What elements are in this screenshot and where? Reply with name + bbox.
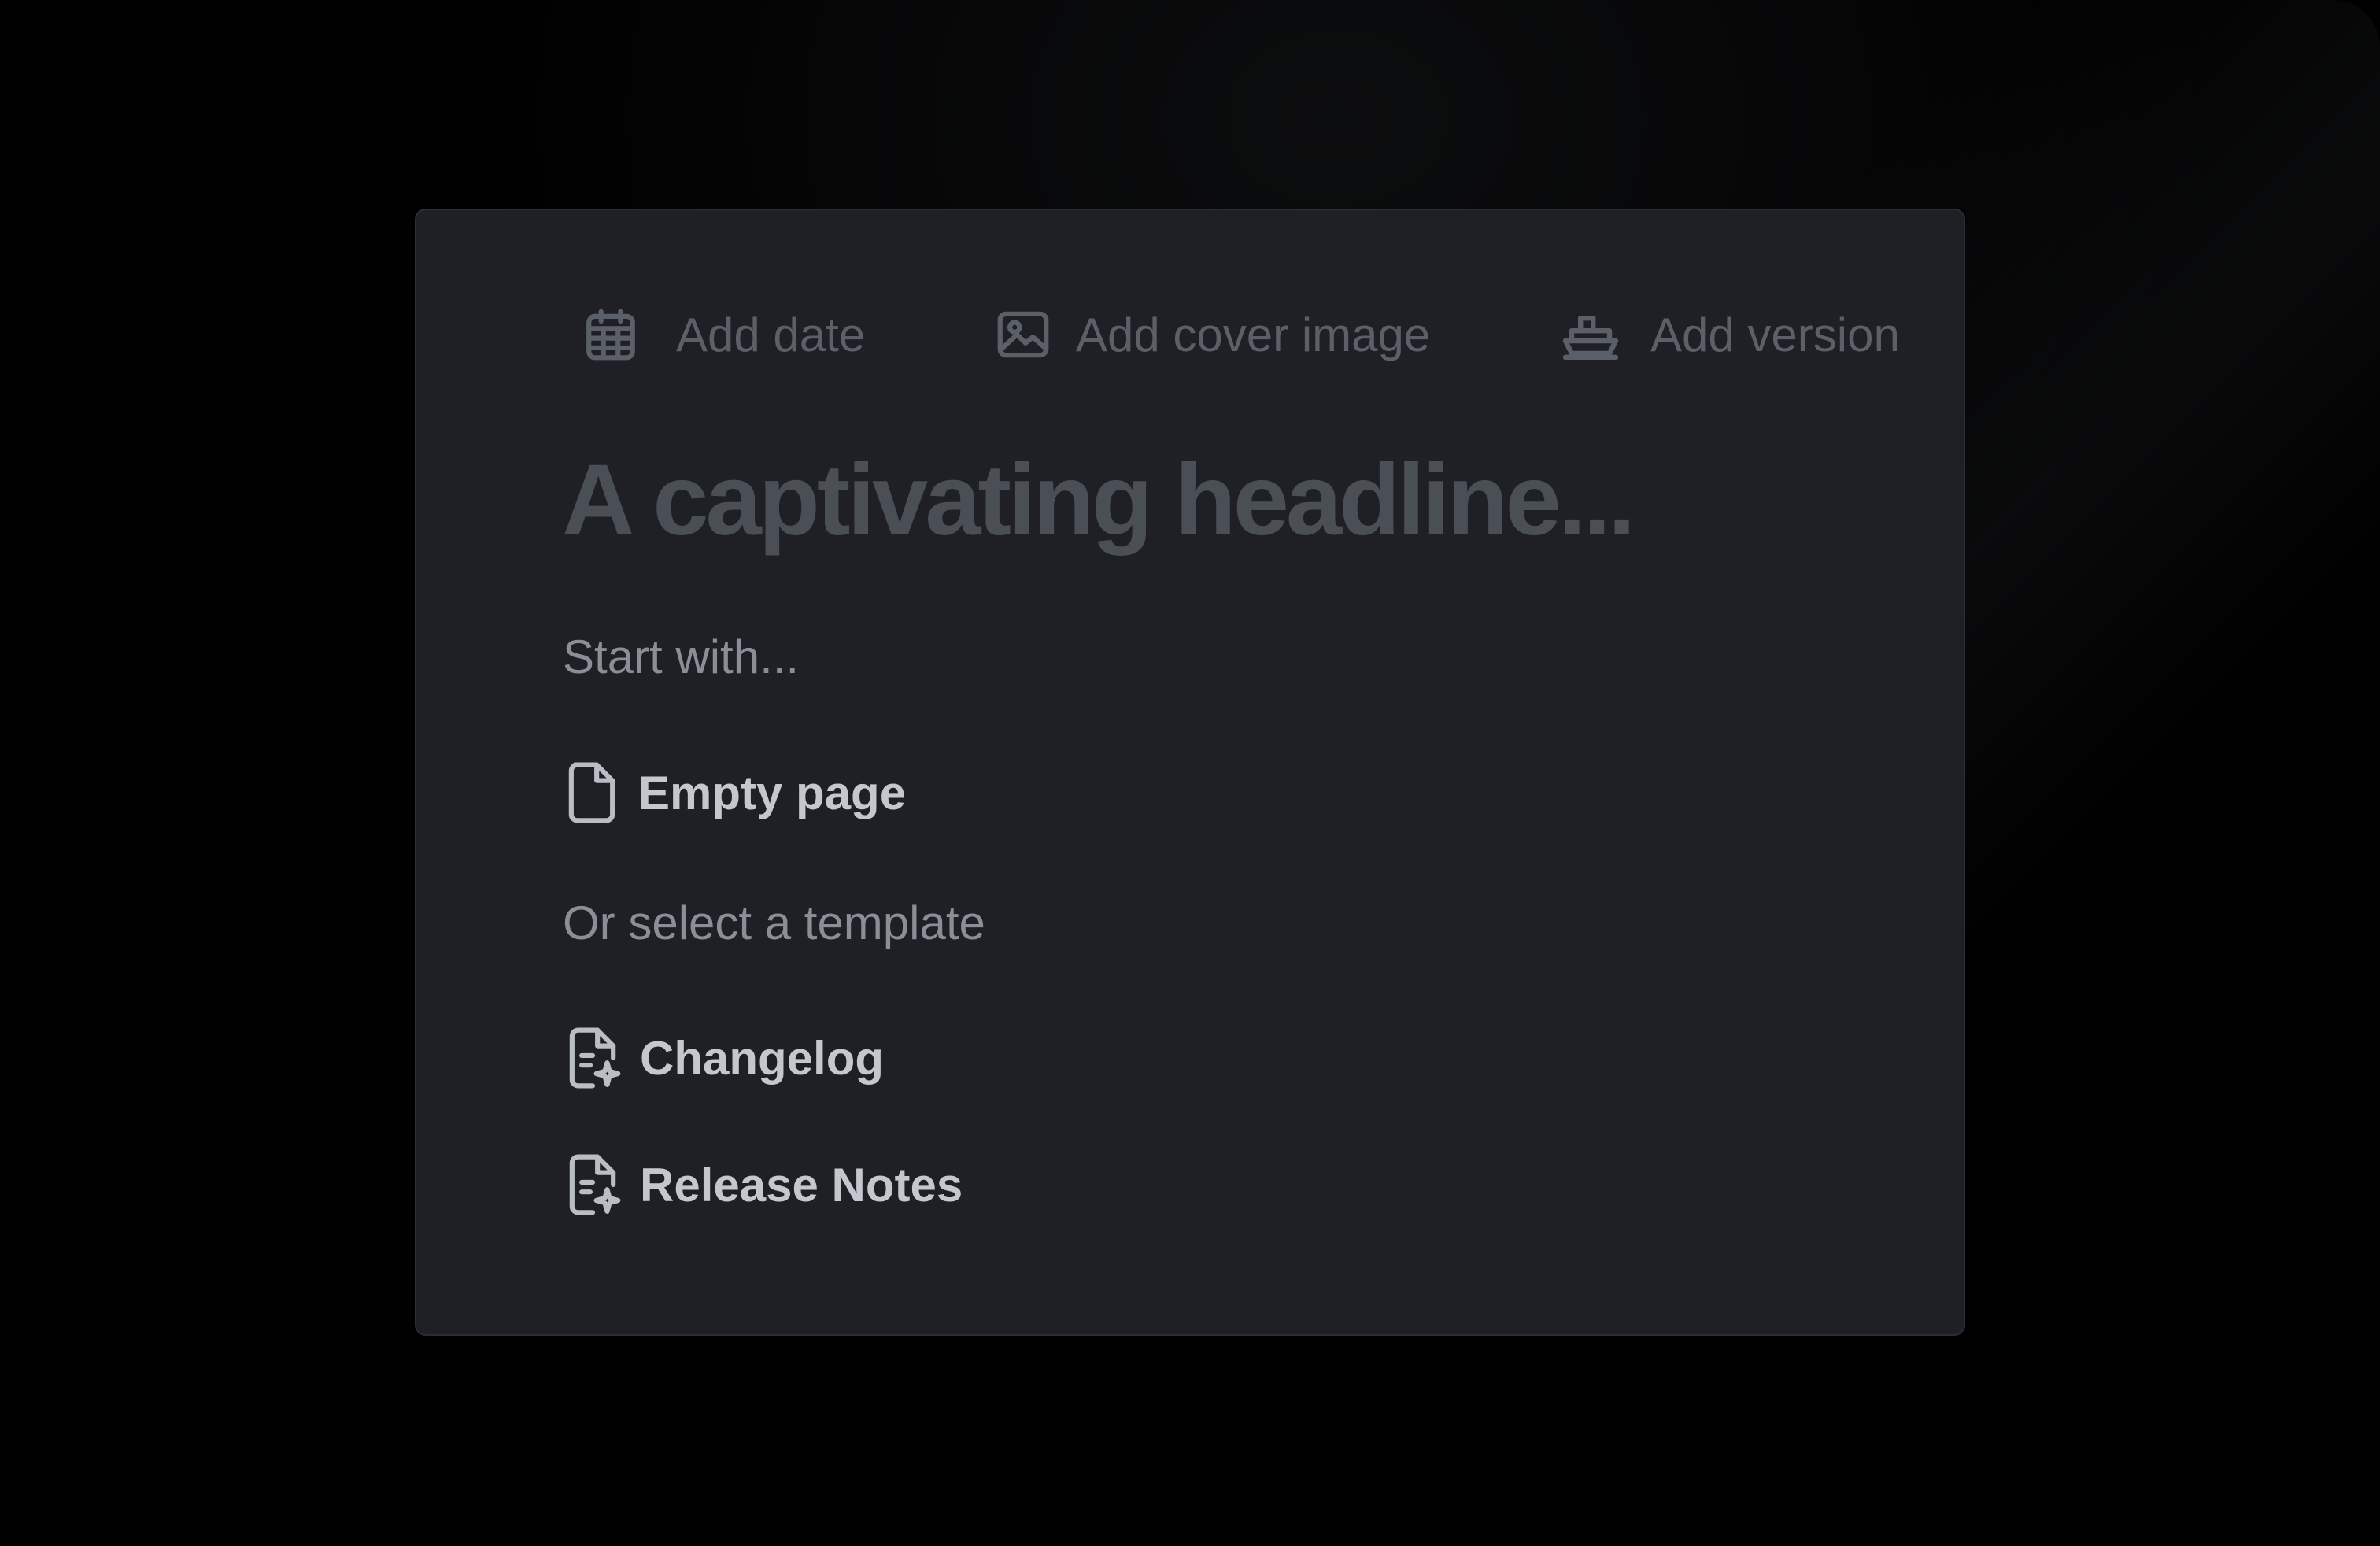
add-date-label: Add date — [676, 308, 866, 361]
empty-page-label: Empty page — [638, 766, 907, 819]
start-with-label: Start with... — [563, 631, 800, 683]
add-cover-image-button[interactable]: Add cover image — [994, 295, 1430, 374]
add-cover-image-label: Add cover image — [1076, 308, 1431, 361]
template-release-notes[interactable]: Release Notes — [563, 1145, 963, 1224]
ship-icon — [1559, 309, 1622, 360]
add-version-label: Add version — [1650, 308, 1900, 361]
template-label: Changelog — [640, 1031, 884, 1085]
empty-page-option[interactable]: Empty page — [563, 753, 906, 832]
calendar-icon — [582, 304, 640, 365]
file-sparkle-icon — [563, 1026, 623, 1089]
file-sparkle-icon — [563, 1153, 623, 1216]
page-meta-toolbar: Add date Add cover image Add version — [416, 295, 1964, 374]
image-icon — [994, 305, 1052, 364]
file-icon — [563, 761, 621, 824]
screen: Add date Add cover image Add version A c… — [0, 0, 2380, 1546]
new-page-card: Add date Add cover image Add version A c… — [415, 209, 1965, 1336]
template-label: Release Notes — [640, 1158, 963, 1211]
template-section-label: Or select a template — [563, 897, 985, 949]
add-version-button[interactable]: Add version — [1559, 295, 1900, 374]
add-date-button[interactable]: Add date — [582, 295, 865, 374]
headline-input[interactable]: A captivating headline... — [562, 450, 1635, 551]
template-changelog[interactable]: Changelog — [563, 1019, 884, 1097]
